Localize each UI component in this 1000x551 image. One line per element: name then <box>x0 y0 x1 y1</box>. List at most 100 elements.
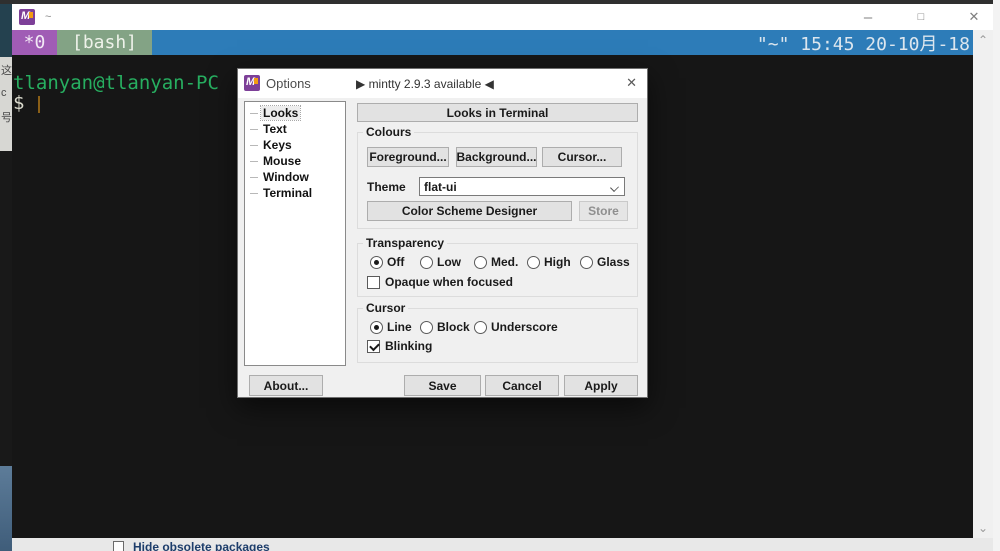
mintty-icon-accent <box>29 12 33 18</box>
store-button[interactable]: Store <box>579 201 628 221</box>
background-button[interactable]: Background... <box>456 147 537 167</box>
transparency-radio-row: Off Low Med. High Glass <box>370 255 630 269</box>
tmux-right-status: "~" 15:45 20-10月-18 <box>757 30 970 55</box>
checkbox-label: Blinking <box>385 339 432 353</box>
tree-item-label: Text <box>261 122 289 136</box>
radio-cursor-underscore[interactable]: Underscore <box>474 320 558 334</box>
background-glyph: 号 <box>1 109 12 125</box>
transparency-group: Transparency Off Low Med. High <box>357 243 638 297</box>
tmux-session-badge: *0 <box>12 30 57 55</box>
tree-twig <box>250 113 258 114</box>
background-checkbox-label: Hide obsolete packages <box>133 540 270 551</box>
cancel-button[interactable]: Cancel <box>485 375 559 396</box>
tree-item-label: Terminal <box>261 186 314 200</box>
radio-transparency-glass[interactable]: Glass <box>580 255 630 269</box>
radio-label: Off <box>387 255 404 269</box>
background-glyph: c <box>1 87 7 99</box>
dialog-close-icon[interactable]: ✕ <box>626 75 637 91</box>
radio-icon <box>474 256 487 269</box>
theme-dropdown-value: flat-ui <box>424 180 457 194</box>
dialog-title: Options <box>266 76 311 91</box>
minimize-button[interactable]: – <box>852 4 884 30</box>
tmux-status-bar: *0 [bash] "~" 15:45 20-10月-18 <box>12 30 973 55</box>
desktop-screen: 这 c 号 Hide obsolete packages M ~ – □ ✕ *… <box>0 0 1000 551</box>
radio-icon <box>370 321 383 334</box>
radio-transparency-high[interactable]: High <box>527 255 580 269</box>
tree-twig <box>250 177 258 178</box>
radio-icon <box>474 321 487 334</box>
background-wallpaper <box>0 466 12 551</box>
tree-item-label: Mouse <box>261 154 303 168</box>
tree-item-terminal[interactable]: Terminal <box>250 185 345 201</box>
radio-icon <box>370 256 383 269</box>
tree-item-mouse[interactable]: Mouse <box>250 153 345 169</box>
checkbox-icon <box>367 276 380 289</box>
transparency-group-label: Transparency <box>363 236 447 250</box>
background-strip-segment <box>0 151 12 466</box>
about-button[interactable]: About... <box>249 375 323 396</box>
background-left-strip: 这 c 号 <box>0 4 12 551</box>
options-dialog: M Options ▶ mintty 2.9.3 available ◀ ✕ L… <box>237 68 648 398</box>
tree-item-text[interactable]: Text <box>250 121 345 137</box>
looks-in-terminal-button[interactable]: Looks in Terminal <box>357 103 638 122</box>
radio-icon <box>420 321 433 334</box>
background-window-bottom: Hide obsolete packages <box>12 538 993 551</box>
tree-item-looks[interactable]: Looks <box>250 105 345 121</box>
checkbox-label: Opaque when focused <box>385 275 513 289</box>
radio-transparency-med[interactable]: Med. <box>474 255 527 269</box>
mintty-icon: M <box>244 75 260 91</box>
radio-cursor-line[interactable]: Line <box>370 320 420 334</box>
background-strip-segment: 这 c 号 <box>0 57 12 151</box>
radio-icon <box>580 256 593 269</box>
theme-label: Theme <box>367 180 406 194</box>
options-dialog-titlebar[interactable]: M Options ▶ mintty 2.9.3 available ◀ ✕ <box>238 69 647 98</box>
radio-label: Underscore <box>491 320 558 334</box>
blinking-checkbox[interactable]: Blinking <box>367 339 432 353</box>
tree-twig <box>250 129 258 130</box>
radio-label: Line <box>387 320 412 334</box>
terminal-titlebar[interactable]: M ~ – □ ✕ <box>12 4 993 30</box>
cursor-button[interactable]: Cursor... <box>542 147 622 167</box>
cursor-group-label: Cursor <box>363 301 408 315</box>
prompt-user-host: tlanyan@tlanyan-PC <box>13 73 219 93</box>
radio-transparency-off[interactable]: Off <box>370 255 420 269</box>
terminal-cursor <box>38 96 40 113</box>
radio-label: Low <box>437 255 461 269</box>
apply-button[interactable]: Apply <box>564 375 638 396</box>
colours-group: Colours Foreground... Background... Curs… <box>357 132 638 229</box>
tmux-window-badge: [bash] <box>57 30 152 55</box>
save-button[interactable]: Save <box>404 375 481 396</box>
tree-item-label: Window <box>261 170 311 184</box>
scroll-down-icon[interactable]: ⌄ <box>973 520 993 536</box>
tree-twig <box>250 145 258 146</box>
opaque-when-focused-checkbox[interactable]: Opaque when focused <box>367 275 513 289</box>
radio-cursor-block[interactable]: Block <box>420 320 474 334</box>
options-category-tree: Looks Text Keys Mouse Window Terminal <box>244 101 346 366</box>
cursor-group: Cursor Line Block Underscore Blinking <box>357 308 638 363</box>
mintty-icon-accent <box>254 78 258 84</box>
maximize-button[interactable]: □ <box>905 4 937 30</box>
scroll-up-icon[interactable]: ⌃ <box>973 32 993 48</box>
terminal-scrollbar[interactable]: ⌃ ⌄ <box>973 30 993 538</box>
terminal-window-title: ~ <box>45 11 51 23</box>
background-glyph: 这 <box>1 62 12 78</box>
radio-icon <box>527 256 540 269</box>
background-checkbox <box>113 541 124 551</box>
tree-item-label: Looks <box>261 106 300 120</box>
theme-dropdown[interactable]: flat-ui <box>419 177 625 196</box>
prompt-symbol: $ <box>13 93 24 113</box>
foreground-button[interactable]: Foreground... <box>367 147 449 167</box>
tree-twig <box>250 161 258 162</box>
radio-icon <box>420 256 433 269</box>
radio-label: Glass <box>597 255 630 269</box>
background-strip-segment <box>0 4 12 57</box>
tree-item-keys[interactable]: Keys <box>250 137 345 153</box>
radio-transparency-low[interactable]: Low <box>420 255 474 269</box>
colours-group-label: Colours <box>363 125 414 139</box>
dialog-update-notice[interactable]: ▶ mintty 2.9.3 available ◀ <box>356 77 494 91</box>
tree-item-window[interactable]: Window <box>250 169 345 185</box>
color-scheme-designer-button[interactable]: Color Scheme Designer <box>367 201 572 221</box>
close-button[interactable]: ✕ <box>958 4 990 30</box>
radio-label: High <box>544 255 571 269</box>
tree-item-label: Keys <box>261 138 294 152</box>
